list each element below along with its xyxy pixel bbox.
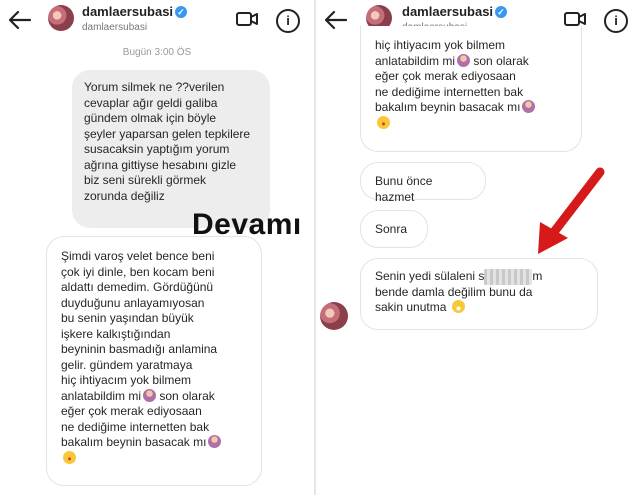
chat-header: damlaersubasi✓ damlaersubasi i: [0, 0, 314, 44]
username[interactable]: damlaersubasi ✓: [82, 4, 188, 19]
incoming-message[interactable]: Senin yedi sülaleni sxxxxxxxxm bende dam…: [360, 258, 598, 330]
red-arrow-annotation: [538, 167, 605, 254]
right-screenshot-panel: damlaersubasi✓ damlaersubasi i hiç ihtiy…: [316, 0, 640, 495]
video-camera-icon[interactable]: [236, 12, 258, 26]
woman-shrugging-emoji: [522, 100, 536, 113]
back-arrow-icon[interactable]: [322, 8, 350, 32]
sender-avatar[interactable]: [320, 302, 348, 330]
incoming-message[interactable]: Bunu önce hazmet: [360, 162, 486, 204]
face-with-tears-of-joy-emoji: [451, 300, 465, 313]
woman-shrugging-emoji: [457, 53, 471, 67]
overlay-caption: Devamı: [192, 208, 302, 241]
woman-shrugging-emoji: [143, 388, 157, 402]
back-arrow-icon[interactable]: [6, 8, 34, 32]
user-handle: damlaersubasi: [82, 22, 148, 33]
face-blowing-kiss-emoji: [63, 450, 76, 464]
message-timestamp: Bugün 3:00 ÖS: [122, 47, 192, 58]
username[interactable]: damlaersubasi ✓: [402, 4, 508, 19]
incoming-message[interactable]: Sonra: [360, 210, 428, 248]
blurred-word: xxxxxxxx: [484, 269, 533, 285]
info-icon[interactable]: i: [276, 9, 300, 33]
woman-shrugging-emoji: [208, 435, 222, 448]
video-camera-icon[interactable]: [564, 12, 586, 26]
info-icon[interactable]: i: [604, 9, 628, 33]
incoming-message-continued[interactable]: hiç ihtiyacım yok bilmem anlatabildim mi…: [360, 26, 582, 152]
left-screenshot-panel: damlaersubasi ✓ damlaersubasi i Bugün 3:0…: [0, 0, 314, 495]
avatar[interactable]: [48, 5, 74, 31]
face-blowing-kiss-emoji: [377, 115, 390, 129]
verified-badge-icon: ✓: [495, 6, 508, 18]
verified-badge-icon: ✓: [175, 6, 188, 18]
outgoing-message[interactable]: Yorum silmek ne ??verilen cevaplar ağır …: [72, 70, 270, 228]
incoming-message[interactable]: Şimdi varoş velet bence beni çok iyi din…: [46, 236, 262, 486]
